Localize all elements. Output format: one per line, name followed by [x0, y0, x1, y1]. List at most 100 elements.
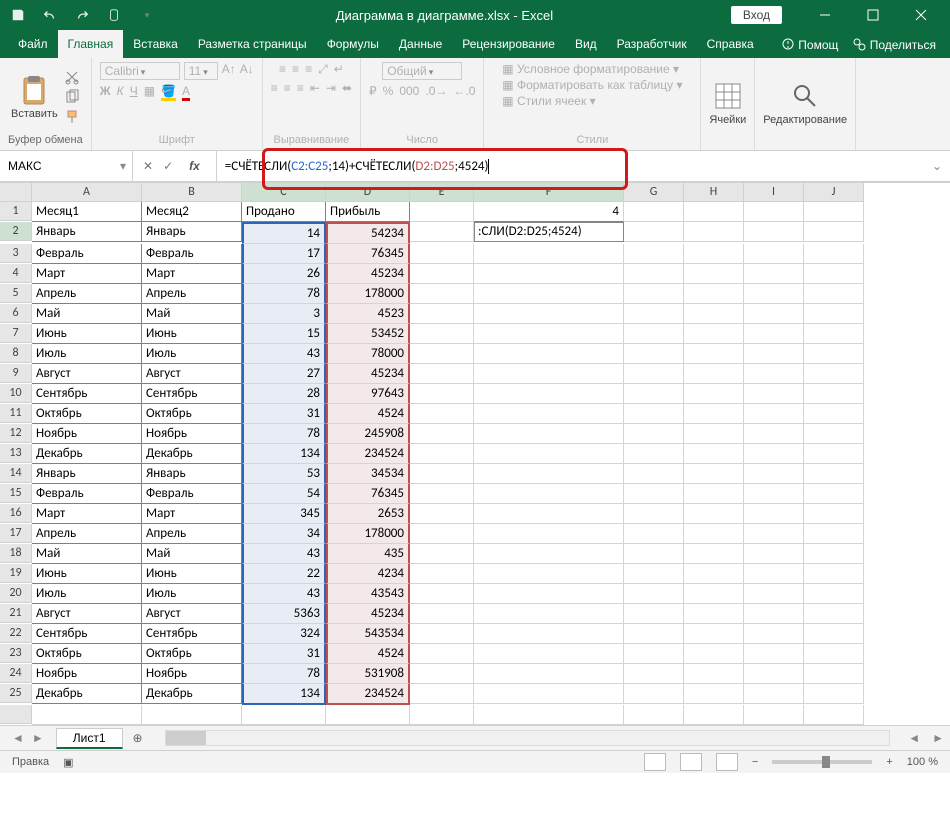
- cells-button[interactable]: Ячейки: [709, 80, 746, 126]
- cell-I12[interactable]: [744, 424, 804, 444]
- cell-I2[interactable]: [744, 222, 804, 242]
- close-button[interactable]: [898, 0, 944, 30]
- cell-A7[interactable]: Июнь: [32, 324, 142, 344]
- tab-file[interactable]: Файл: [8, 30, 58, 58]
- cell-G16[interactable]: [624, 504, 684, 524]
- cell-B6[interactable]: Май: [142, 304, 242, 324]
- cell-G23[interactable]: [624, 644, 684, 664]
- cell-G1[interactable]: [624, 202, 684, 222]
- row-header-16[interactable]: 16: [0, 504, 32, 523]
- scroll-left-icon[interactable]: ◄: [902, 731, 926, 745]
- cell-B12[interactable]: Ноябрь: [142, 424, 242, 444]
- cell-G7[interactable]: [624, 324, 684, 344]
- cell-D13[interactable]: 234524: [326, 444, 410, 464]
- cell-I25[interactable]: [744, 684, 804, 704]
- cell-empty[interactable]: [744, 705, 804, 725]
- row-header-23[interactable]: 23: [0, 644, 32, 663]
- cell-C11[interactable]: 31: [242, 404, 326, 424]
- cell-A23[interactable]: Октябрь: [32, 644, 142, 664]
- cell-F12[interactable]: [474, 424, 624, 444]
- tab-help[interactable]: Справка: [697, 30, 764, 58]
- row-header-10[interactable]: 10: [0, 384, 32, 403]
- enter-formula-icon[interactable]: ✓: [163, 159, 173, 173]
- cell-G21[interactable]: [624, 604, 684, 624]
- cell-F17[interactable]: [474, 524, 624, 544]
- cell-E6[interactable]: [410, 304, 474, 324]
- cell-G13[interactable]: [624, 444, 684, 464]
- qat-customize-icon[interactable]: [134, 3, 158, 27]
- cell-F20[interactable]: [474, 584, 624, 604]
- tab-insert[interactable]: Вставка: [123, 30, 188, 58]
- cell-D23[interactable]: 4524: [326, 644, 410, 664]
- cell-D10[interactable]: 97643: [326, 384, 410, 404]
- view-normal-icon[interactable]: [644, 753, 666, 771]
- cell-B4[interactable]: Март: [142, 264, 242, 284]
- cell-A11[interactable]: Октябрь: [32, 404, 142, 424]
- cell-G17[interactable]: [624, 524, 684, 544]
- cell-J12[interactable]: [804, 424, 864, 444]
- bold-button[interactable]: Ж: [100, 84, 111, 101]
- cell-C5[interactable]: 78: [242, 284, 326, 304]
- row-header-12[interactable]: 12: [0, 424, 32, 443]
- cell-E1[interactable]: [410, 202, 474, 222]
- cell-A25[interactable]: Декабрь: [32, 684, 142, 704]
- cell-D16[interactable]: 2653: [326, 504, 410, 524]
- align-bottom-icon[interactable]: ≡: [305, 62, 312, 77]
- cell-B21[interactable]: Август: [142, 604, 242, 624]
- cell-D9[interactable]: 45234: [326, 364, 410, 384]
- cell-D17[interactable]: 178000: [326, 524, 410, 544]
- cell-J22[interactable]: [804, 624, 864, 644]
- cell-I9[interactable]: [744, 364, 804, 384]
- cell-E20[interactable]: [410, 584, 474, 604]
- cell-G24[interactable]: [624, 664, 684, 684]
- cell-J15[interactable]: [804, 484, 864, 504]
- undo-icon[interactable]: [38, 3, 62, 27]
- cell-empty[interactable]: [242, 705, 326, 725]
- cell-F15[interactable]: [474, 484, 624, 504]
- cell-F6[interactable]: [474, 304, 624, 324]
- cell-F5[interactable]: [474, 284, 624, 304]
- cell-B7[interactable]: Июнь: [142, 324, 242, 344]
- cell-J14[interactable]: [804, 464, 864, 484]
- font-size-select[interactable]: 11: [184, 62, 218, 80]
- cell-G19[interactable]: [624, 564, 684, 584]
- sheet-tab[interactable]: Лист1: [56, 728, 123, 749]
- cell-D25[interactable]: 234524: [326, 684, 410, 705]
- cell-J6[interactable]: [804, 304, 864, 324]
- cell-empty[interactable]: [684, 705, 744, 725]
- cell-C16[interactable]: 345: [242, 504, 326, 524]
- copy-icon[interactable]: [64, 89, 80, 105]
- cell-D11[interactable]: 4524: [326, 404, 410, 424]
- col-header-D[interactable]: D: [326, 183, 410, 202]
- cell-J17[interactable]: [804, 524, 864, 544]
- increase-font-icon[interactable]: A↑: [222, 62, 236, 80]
- spreadsheet[interactable]: ABCDEFGHIJ1Месяц1Месяц2ПроданоПрибыль42Я…: [0, 182, 950, 725]
- maximize-button[interactable]: [850, 0, 896, 30]
- cell-F11[interactable]: [474, 404, 624, 424]
- cell-J2[interactable]: [804, 222, 864, 242]
- percent-icon[interactable]: %: [383, 84, 394, 98]
- cell-E8[interactable]: [410, 344, 474, 364]
- cell-F25[interactable]: [474, 684, 624, 704]
- row-header-5[interactable]: 5: [0, 284, 32, 303]
- col-header-E[interactable]: E: [410, 183, 474, 202]
- horizontal-scrollbar[interactable]: [165, 730, 891, 746]
- view-page-layout-icon[interactable]: [680, 753, 702, 771]
- cell-F8[interactable]: [474, 344, 624, 364]
- cell-D20[interactable]: 43543: [326, 584, 410, 604]
- cell-J4[interactable]: [804, 264, 864, 284]
- cell-C10[interactable]: 28: [242, 384, 326, 404]
- cell-I22[interactable]: [744, 624, 804, 644]
- row-header-7[interactable]: 7: [0, 324, 32, 343]
- cell-I19[interactable]: [744, 564, 804, 584]
- cell-C25[interactable]: 134: [242, 684, 326, 705]
- cell-F16[interactable]: [474, 504, 624, 524]
- cell-J9[interactable]: [804, 364, 864, 384]
- cell-I23[interactable]: [744, 644, 804, 664]
- cell-A1[interactable]: Месяц1: [32, 202, 142, 222]
- row-header-18[interactable]: 18: [0, 544, 32, 563]
- cell-B22[interactable]: Сентябрь: [142, 624, 242, 644]
- cell-H19[interactable]: [684, 564, 744, 584]
- row-header-13[interactable]: 13: [0, 444, 32, 463]
- cell-H18[interactable]: [684, 544, 744, 564]
